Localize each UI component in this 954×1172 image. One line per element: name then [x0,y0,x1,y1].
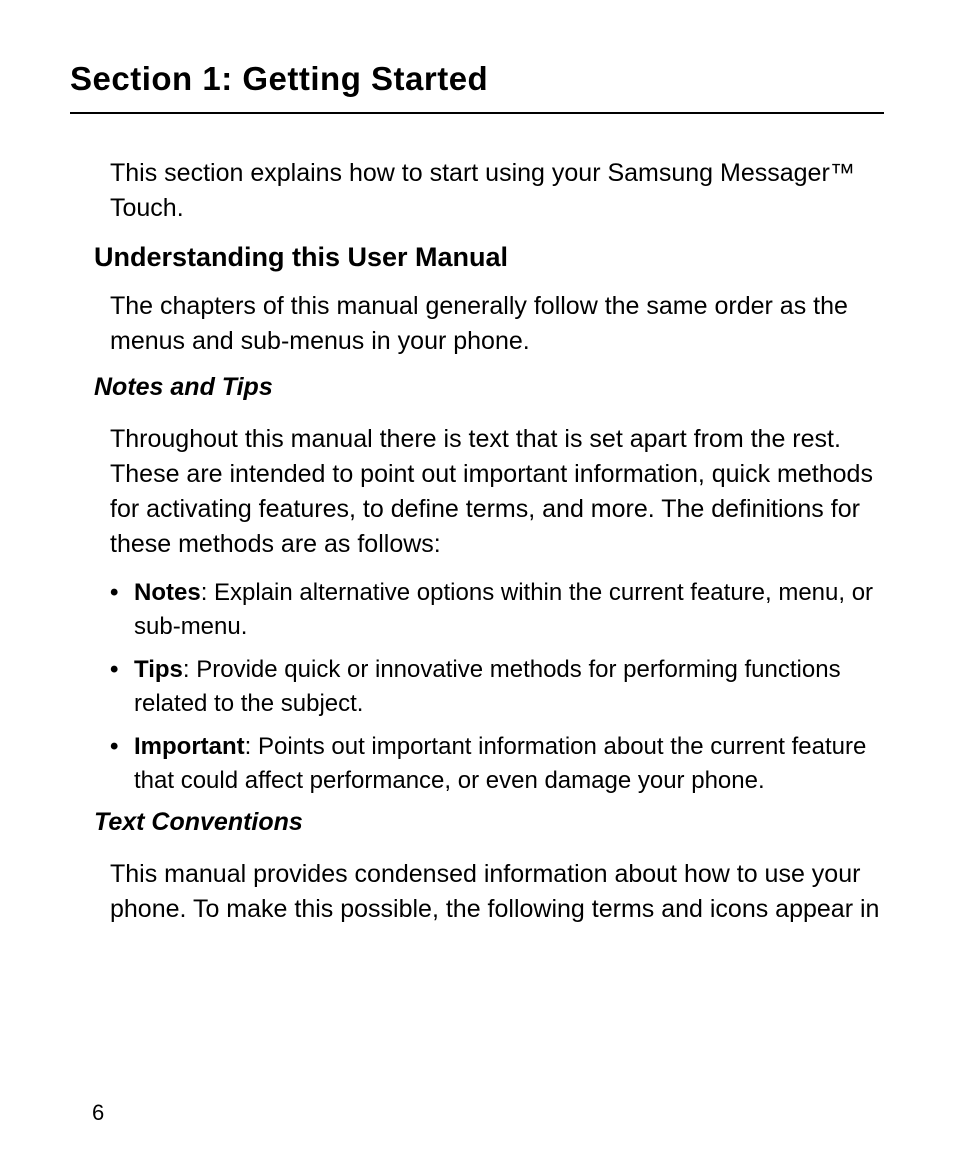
list-item-content: Important: Points out important informat… [134,730,884,797]
section-intro: This section explains how to start using… [110,156,884,226]
bullet-icon: • [110,730,134,797]
notes-tips-intro: Throughout this manual there is text tha… [110,422,884,562]
list-item-content: Notes: Explain alternative options withi… [134,576,884,643]
understanding-heading: Understanding this User Manual [94,242,884,273]
bullet-icon: • [110,576,134,643]
page-number: 6 [92,1100,104,1126]
text-conventions-body: This manual provides condensed informati… [110,857,884,927]
notes-tips-heading: Notes and Tips [94,373,884,402]
notes-label: Notes [134,579,201,606]
tips-label: Tips [134,656,183,683]
important-label: Important [134,733,245,760]
section-title: Section 1: Getting Started [70,60,884,114]
text-conventions-heading: Text Conventions [94,808,884,837]
list-item-tips: • Tips: Provide quick or innovative meth… [110,653,884,720]
list-item-important: • Important: Points out important inform… [110,730,884,797]
important-text: : Points out important information about… [134,733,866,794]
list-item-content: Tips: Provide quick or innovative method… [134,653,884,720]
tips-text: : Provide quick or innovative methods fo… [134,656,841,717]
bullet-icon: • [110,653,134,720]
understanding-body: The chapters of this manual generally fo… [110,289,884,359]
list-item-notes: • Notes: Explain alternative options wit… [110,576,884,643]
notes-text: : Explain alternative options within the… [134,579,873,640]
definitions-list: • Notes: Explain alternative options wit… [110,576,884,798]
